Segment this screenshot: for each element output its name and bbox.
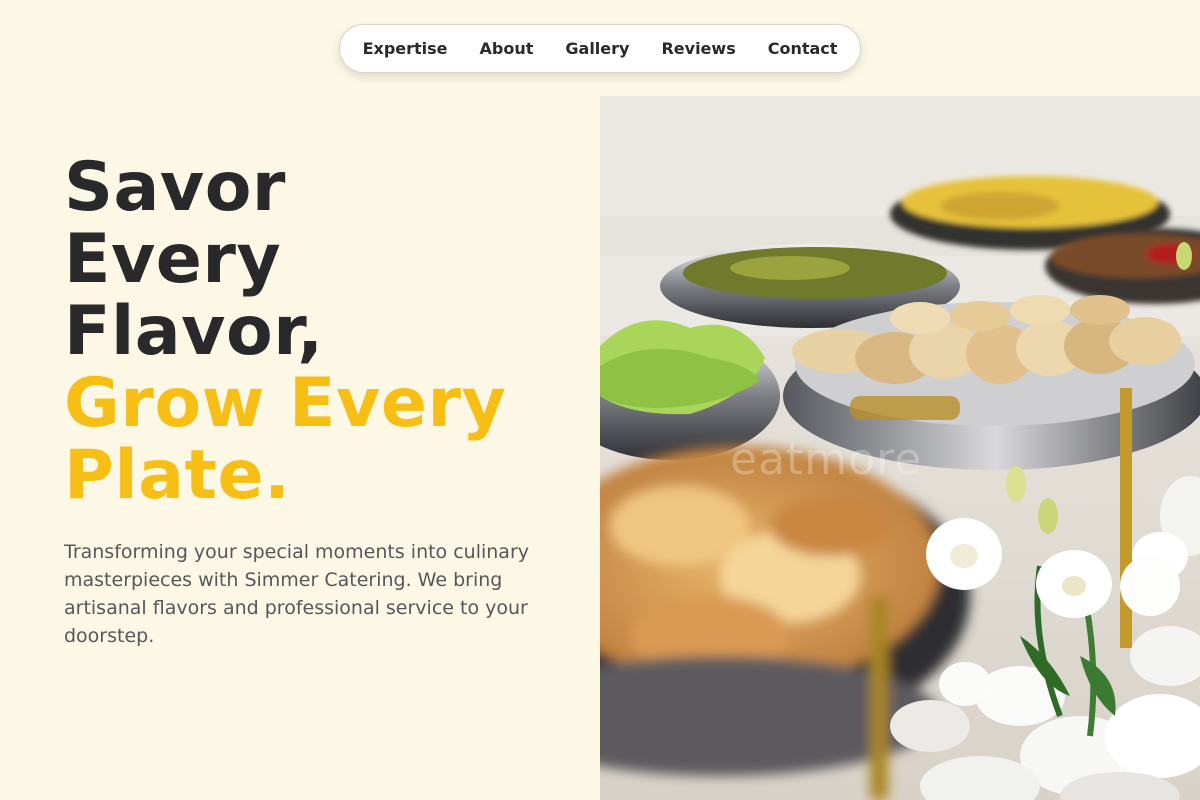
hero-heading-line: Flavor,	[64, 292, 324, 371]
hero-heading-accent-line: Plate.	[64, 436, 291, 515]
catering-buffet-photo: eatmore	[600, 96, 1200, 800]
top-navigation: Expertise About Gallery Reviews Contact	[339, 24, 861, 73]
nav-item-about[interactable]: About	[464, 39, 550, 58]
hero-heading-line: Savor	[64, 148, 286, 227]
hero-heading: Savor Every Flavor, Grow Every Plate.	[64, 152, 584, 512]
nav-item-expertise[interactable]: Expertise	[347, 39, 464, 58]
nav-item-contact[interactable]: Contact	[752, 39, 854, 58]
hero-heading-line: Every	[64, 220, 282, 299]
nav-item-reviews[interactable]: Reviews	[645, 39, 751, 58]
hero-subtitle: Transforming your special moments into c…	[64, 541, 530, 647]
nav-item-gallery[interactable]: Gallery	[549, 39, 645, 58]
hero-heading-accent-line: Grow Every	[64, 364, 507, 443]
image-watermark: eatmore	[730, 434, 923, 485]
